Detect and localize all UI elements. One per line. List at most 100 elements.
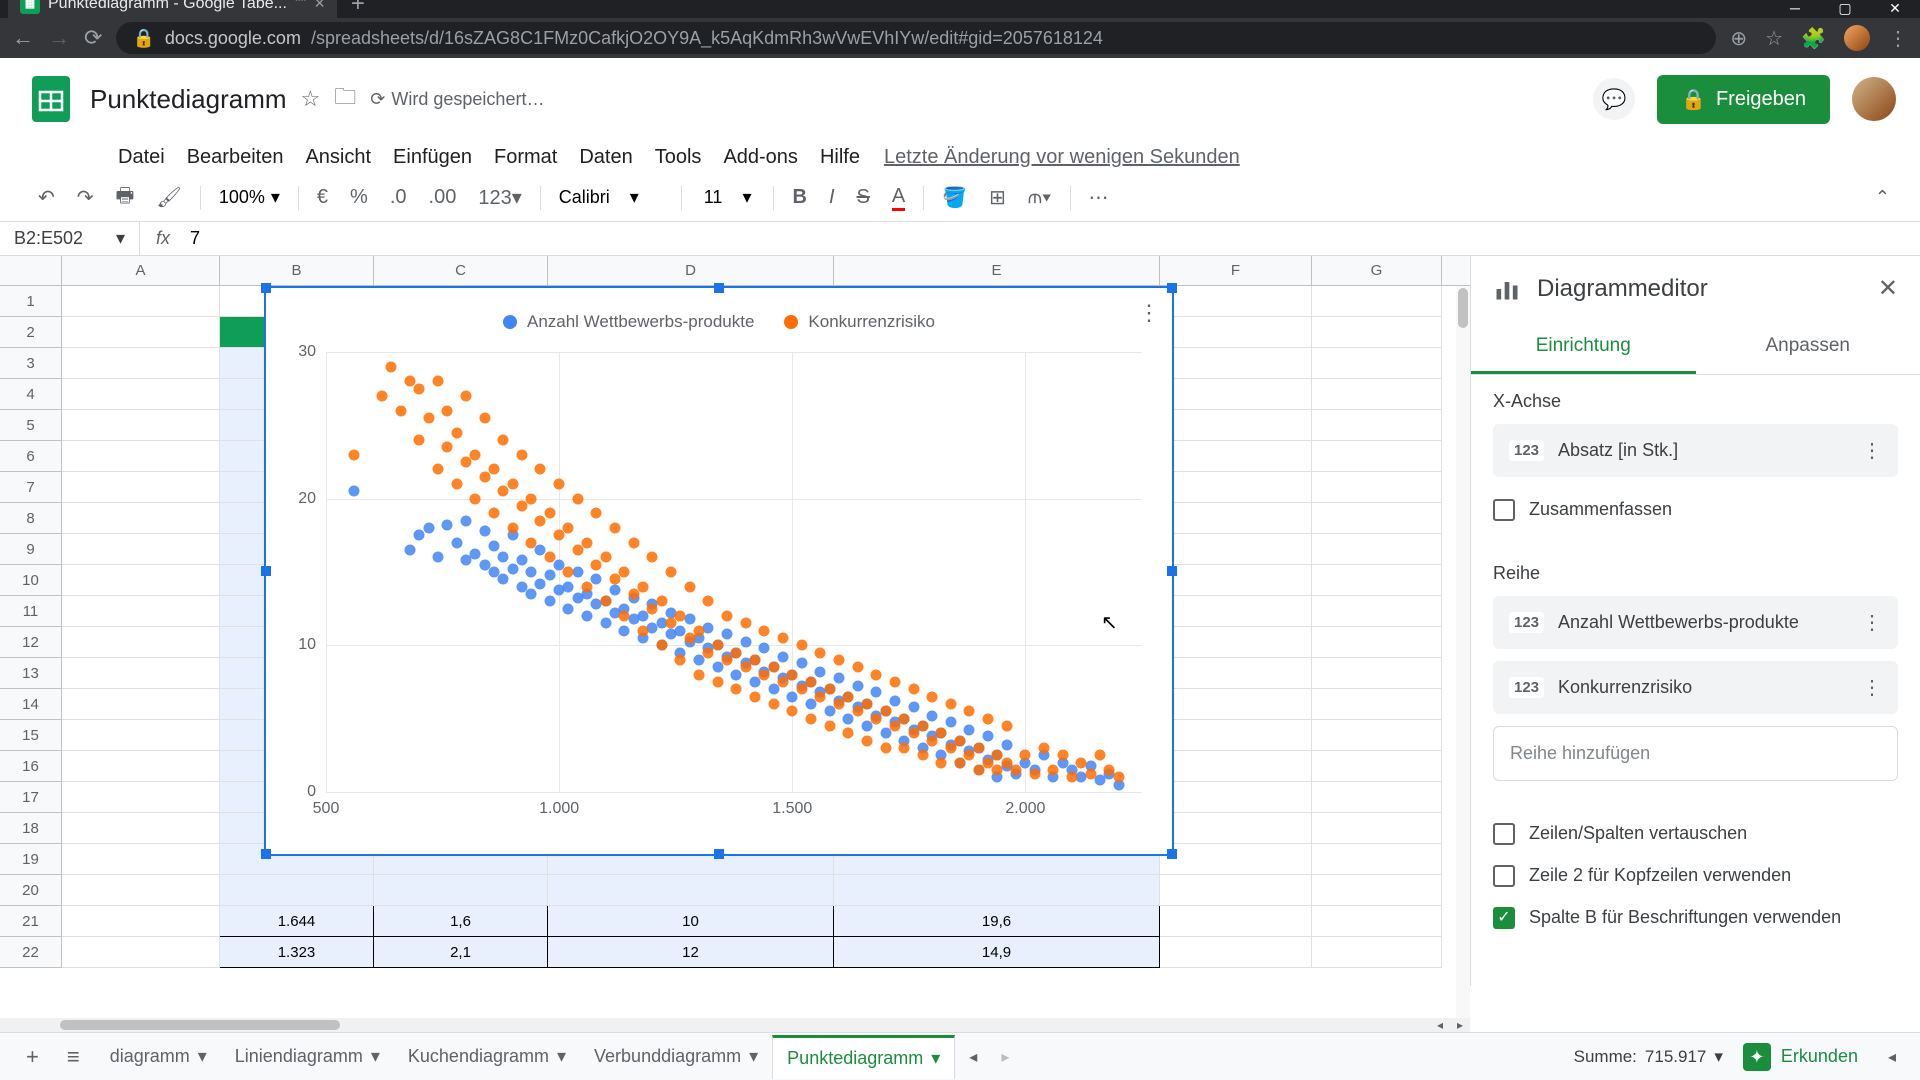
menu-daten[interactable]: Daten (569, 142, 642, 173)
cell[interactable] (1160, 720, 1312, 751)
cell[interactable] (62, 317, 220, 348)
resize-handle[interactable] (714, 849, 724, 859)
borders-button[interactable]: ⊞ (981, 179, 1014, 216)
row-header[interactable]: 8 (0, 503, 62, 534)
cell[interactable]: 1.323 (220, 937, 374, 968)
row-header[interactable]: 3 (0, 348, 62, 379)
cell[interactable] (62, 534, 220, 565)
chevron-down-icon[interactable]: ▾ (371, 1046, 380, 1067)
row-header[interactable]: 16 (0, 751, 62, 782)
font-select[interactable]: Calibri▾ (551, 183, 671, 212)
zoom-icon[interactable]: ⊕ (1730, 26, 1747, 51)
cell[interactable] (1312, 782, 1442, 813)
cell[interactable] (1160, 813, 1312, 844)
cell[interactable] (374, 875, 548, 906)
aggregate-checkbox[interactable]: Zusammenfassen (1493, 489, 1898, 531)
cell[interactable]: 14,9 (834, 937, 1160, 968)
all-sheets-button[interactable]: ≡ (55, 1036, 92, 1078)
cell[interactable] (548, 875, 834, 906)
cell[interactable] (1312, 596, 1442, 627)
cell[interactable] (1312, 689, 1442, 720)
cell[interactable] (1312, 286, 1442, 317)
star-icon[interactable]: ☆ (301, 86, 321, 112)
use-colb-checkbox[interactable]: ✓ Spalte B für Beschriftungen verwenden (1493, 897, 1898, 939)
resize-handle[interactable] (1167, 849, 1177, 859)
resize-handle[interactable] (261, 283, 271, 293)
increase-decimal-button[interactable]: .00 (421, 180, 465, 215)
address-bar[interactable]: 🔒 docs.google.com/spreadsheets/d/16sZAG8… (116, 22, 1716, 54)
cell[interactable] (1312, 534, 1442, 565)
legend-item[interactable]: Konkurrenzrisiko (784, 312, 935, 332)
cell[interactable]: 12 (548, 937, 834, 968)
last-edit-link[interactable]: Letzte Änderung vor wenigen Sekunden (884, 146, 1240, 169)
cell[interactable] (1312, 875, 1442, 906)
back-button[interactable]: ← (12, 25, 34, 51)
series-chip[interactable]: 123Konkurrenzrisiko⋮ (1493, 661, 1898, 714)
resize-handle[interactable] (261, 849, 271, 859)
cell[interactable] (62, 689, 220, 720)
print-button[interactable]: 🖶 (108, 175, 143, 221)
row-header[interactable]: 1 (0, 286, 62, 317)
select-all-corner[interactable] (0, 256, 62, 285)
chevron-down-icon[interactable]: ▾ (931, 1048, 940, 1069)
chevron-down-icon[interactable]: ▾ (198, 1046, 207, 1067)
column-header-D[interactable]: D (548, 256, 834, 285)
cell[interactable] (1312, 441, 1442, 472)
cell[interactable] (1160, 596, 1312, 627)
cell[interactable] (1312, 751, 1442, 782)
move-icon[interactable]: 🗀 (334, 80, 356, 118)
cell[interactable] (1160, 286, 1312, 317)
decrease-decimal-button[interactable]: .0 (382, 180, 415, 215)
cell[interactable] (1160, 348, 1312, 379)
forward-button[interactable]: → (48, 25, 70, 51)
row-header[interactable]: 11 (0, 596, 62, 627)
cell[interactable] (1160, 379, 1312, 410)
extensions-icon[interactable]: 🧩 (1801, 26, 1826, 51)
cell[interactable] (1160, 627, 1312, 658)
cell[interactable] (1312, 720, 1442, 751)
zoom-select[interactable]: 100% ▾ (211, 183, 288, 212)
cell[interactable] (1312, 503, 1442, 534)
column-header-F[interactable]: F (1160, 256, 1312, 285)
menu-einfügen[interactable]: Einfügen (383, 142, 482, 173)
resize-handle[interactable] (714, 283, 724, 293)
tab-setup[interactable]: Einrichtung (1471, 321, 1696, 374)
undo-button[interactable]: ↶ (30, 179, 63, 216)
menu-bearbeiten[interactable]: Bearbeiten (177, 142, 294, 173)
cell[interactable] (62, 720, 220, 751)
row-header[interactable]: 2 (0, 317, 62, 348)
chart-menu-button[interactable]: ⋮ (1138, 300, 1158, 326)
cell[interactable] (62, 813, 220, 844)
menu-add-ons[interactable]: Add-ons (713, 142, 808, 173)
menu-format[interactable]: Format (484, 142, 567, 173)
cell[interactable] (62, 751, 220, 782)
tab-scroll-right[interactable]: ▸ (991, 1047, 1019, 1067)
series-chip[interactable]: 123Anzahl Wettbewerbs-produkte⋮ (1493, 596, 1898, 649)
comments-button[interactable]: 💬 (1593, 78, 1635, 120)
name-box[interactable]: B2:E502▾ (0, 222, 140, 255)
sheet-tab[interactable]: Kuchendiagramm ▾ (394, 1035, 580, 1079)
cell[interactable] (1160, 534, 1312, 565)
cell[interactable] (62, 348, 220, 379)
tab-scroll-left[interactable]: ◂ (959, 1047, 987, 1067)
cell[interactable] (1312, 627, 1442, 658)
cell[interactable] (62, 286, 220, 317)
cell[interactable] (1160, 689, 1312, 720)
sheet-tab[interactable]: Punktediagramm ▾ (772, 1035, 955, 1079)
paint-format-button[interactable]: 🖌 (148, 179, 189, 216)
cell[interactable] (62, 875, 220, 906)
chevron-down-icon[interactable]: ▾ (749, 1046, 758, 1067)
cell[interactable] (62, 596, 220, 627)
reload-button[interactable]: ⟳ (84, 25, 102, 51)
window-close[interactable]: ✕ (1870, 0, 1920, 18)
add-series-button[interactable]: Reihe hinzufügen (1493, 726, 1898, 781)
cell[interactable] (1160, 751, 1312, 782)
row-header[interactable]: 19 (0, 844, 62, 875)
row-header[interactable]: 17 (0, 782, 62, 813)
cell[interactable] (62, 472, 220, 503)
cell[interactable] (1160, 906, 1312, 937)
window-minimize[interactable]: ─ (1770, 0, 1820, 18)
more-icon[interactable]: ⋮ (1862, 675, 1882, 700)
cell[interactable] (1312, 565, 1442, 596)
column-header-G[interactable]: G (1312, 256, 1442, 285)
